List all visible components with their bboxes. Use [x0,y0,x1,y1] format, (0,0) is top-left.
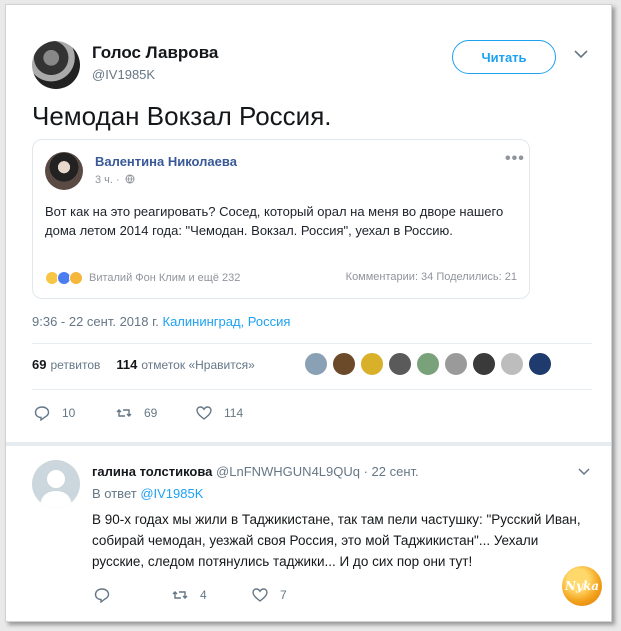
chevron-down-icon[interactable] [578,468,590,476]
quote-stats[interactable]: Комментарии: 34 Поделились: 21 [346,271,517,283]
reply-like-action[interactable]: 7 [252,587,287,603]
reactions-row[interactable]: Виталий Фон Клим и ещё 232 [45,270,240,286]
liker-avatars [304,352,556,376]
globe-icon [125,174,135,184]
chevron-down-icon[interactable] [574,49,588,59]
quote-meta: 3 ч. · [95,174,135,186]
section-divider [6,442,611,446]
reply-retweet-action[interactable]: 4 [172,587,207,603]
liker-avatar[interactable] [444,352,468,376]
author-avatar[interactable] [32,41,80,89]
tweet-timestamp: 9:36 - 22 сент. 2018 г. Калининград, Рос… [32,314,290,329]
engagement-stats: 69 ретвитов 114 отметок «Нравится» [32,357,255,372]
reply-reply-action[interactable] [94,587,122,603]
liker-avatar[interactable] [528,352,552,376]
like-action[interactable]: 114 [196,405,243,421]
likes-label[interactable]: отметок «Нравится» [141,358,254,372]
author-name[interactable]: Голос Лаврова [92,43,218,63]
retweets-count[interactable]: 69 [32,357,46,372]
wow-emoji-icon [69,271,83,285]
reply-icon [34,406,50,421]
tweet-text: Чемодан Вокзал Россия. [32,101,332,131]
like-count: 114 [224,406,244,420]
divider [32,343,592,344]
retweet-count: 69 [144,406,158,420]
quote-text: Вот как на это реагировать? Сосед, котор… [45,204,504,238]
tweet-card: Голос Лаврова @IV1985K Читать Чемодан Во… [5,4,612,622]
default-avatar-icon [40,470,72,508]
retweet-icon [116,409,132,417]
location-link[interactable]: Калининград, Россия [163,314,291,329]
author-handle[interactable]: @IV1985K [92,67,155,82]
reply-to-link[interactable]: @IV1985K [140,486,203,501]
timestamp-text[interactable]: 9:36 - 22 сент. 2018 г. [32,314,159,329]
divider [32,389,592,390]
reply-retweet-count: 4 [200,588,207,602]
liker-avatar[interactable] [500,352,524,376]
retweet-action[interactable]: 69 [116,405,157,421]
liker-avatar[interactable] [416,352,440,376]
liker-avatar[interactable] [360,352,384,376]
liker-avatar[interactable] [472,352,496,376]
follow-button[interactable]: Читать [452,40,556,74]
reply-count: 10 [62,406,76,420]
liker-avatar[interactable] [332,352,356,376]
likes-count[interactable]: 114 [116,357,137,372]
reply-author-handle[interactable]: @LnFNWHGUN4L9QUq [216,464,360,479]
reactions-label: Виталий Фон Клим и ещё 232 [89,272,241,284]
quote-author-name[interactable]: Валентина Николаева [95,154,237,169]
heart-icon [252,588,268,602]
reply-like-count: 7 [280,588,287,602]
liker-avatar[interactable] [388,352,412,376]
heart-icon [196,406,212,420]
reply-action[interactable]: 10 [34,405,75,421]
reply-text: В 90-х годах мы жили в Таджикистане, так… [92,512,581,569]
reply-icon [94,588,110,603]
reply-to-line: В ответ @IV1985K [92,486,203,501]
reply-header: галина толстикова @LnFNWHGUN4L9QUq · 22 … [92,464,419,479]
reply-prefix: В ответ [92,486,137,501]
liker-avatar[interactable] [304,352,328,376]
reply-author-avatar[interactable] [32,460,80,508]
quote-author-avatar[interactable] [45,152,83,190]
quoted-post[interactable]: Валентина Николаева 3 ч. · ••• Вот как н… [32,139,530,299]
more-options-icon[interactable]: ••• [505,150,525,168]
reply-author-name[interactable]: галина толстикова [92,464,212,479]
retweet-icon [172,591,188,599]
retweets-label[interactable]: ретвитов [50,358,100,372]
watermark-logo: Nyka [562,566,602,606]
reply-time[interactable]: · 22 сент. [364,464,419,479]
quote-time: 3 ч. · [95,174,120,186]
